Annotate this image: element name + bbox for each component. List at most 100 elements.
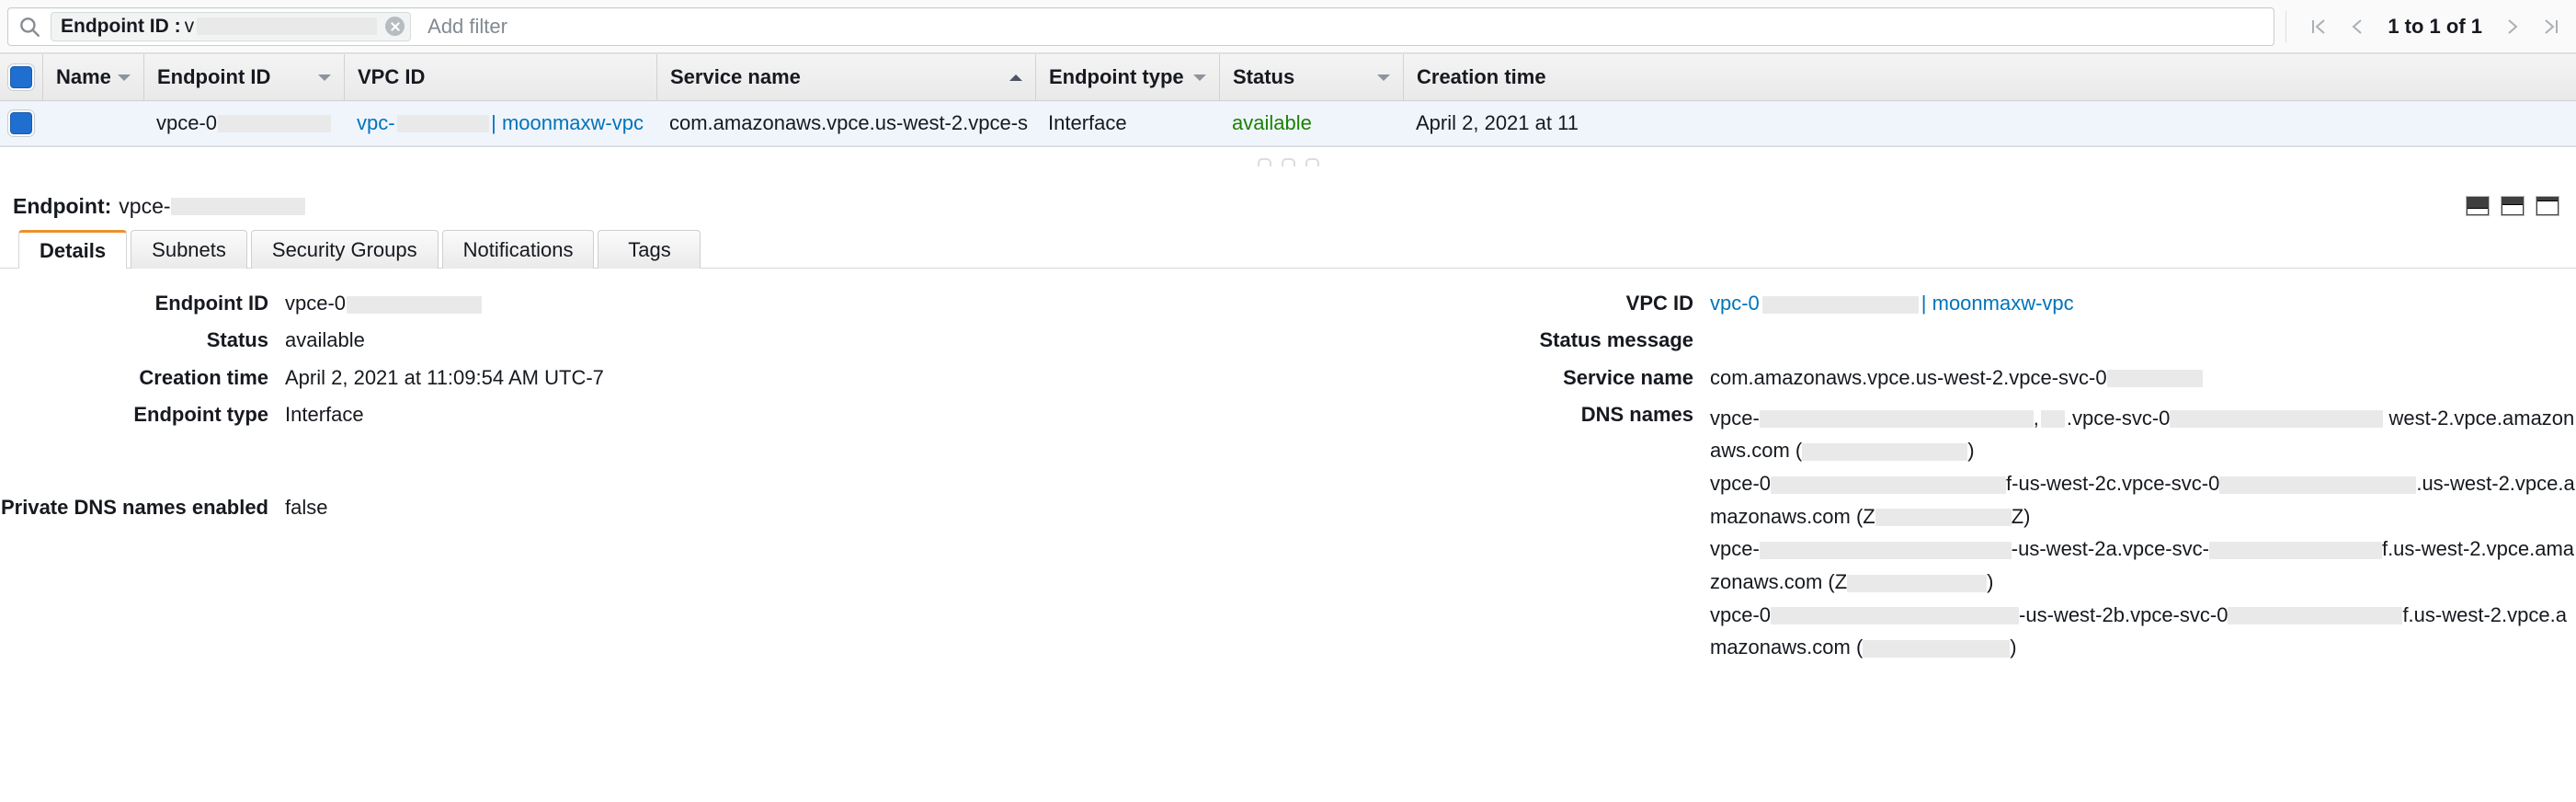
column-label: Endpoint type: [1049, 65, 1186, 89]
tab-tags[interactable]: Tags: [598, 230, 701, 269]
last-page-icon[interactable]: [2534, 11, 2569, 42]
chevron-down-icon[interactable]: [118, 74, 131, 81]
column-header-vpc-id[interactable]: VPC ID: [344, 54, 656, 100]
detail-panel-body: Endpoint ID vpce-0 Status available Crea…: [0, 269, 2576, 676]
redacted-text: [1760, 542, 2012, 559]
panel-layout-medium-icon[interactable]: [2501, 196, 2525, 216]
field-status: Status available: [0, 327, 1305, 352]
column-label: Name: [56, 65, 110, 89]
redacted-text: [347, 296, 482, 314]
redacted-text: [1863, 640, 2010, 658]
field-endpoint-id: Endpoint ID vpce-0: [0, 291, 1305, 315]
field-service-name: Service name com.amazonaws.vpce.us-west-…: [1305, 365, 2576, 390]
table-header-row: Name Endpoint ID VPC ID Service name End…: [0, 53, 2576, 101]
field-label: Endpoint ID: [0, 291, 285, 315]
endpoints-table: Name Endpoint ID VPC ID Service name End…: [0, 53, 2576, 146]
redacted-text: [197, 17, 377, 35]
first-page-icon[interactable]: [2301, 11, 2336, 42]
redacted-text: [2170, 410, 2383, 428]
redacted-text: [218, 115, 331, 132]
vpc-id-link[interactable]: vpc-0: [1710, 292, 1760, 315]
pagination: 1 to 1 of 1: [2285, 11, 2569, 42]
chevron-down-icon[interactable]: [318, 74, 331, 81]
redacted-text: [171, 198, 305, 215]
select-all-checkbox-cell[interactable]: [0, 54, 42, 100]
cell-status: available: [1219, 101, 1403, 145]
column-header-creation-time[interactable]: Creation time: [1403, 54, 2576, 100]
add-filter-placeholder[interactable]: Add filter: [427, 15, 2264, 39]
field-label: Status: [0, 327, 285, 352]
next-page-icon[interactable]: [2495, 11, 2530, 42]
column-header-service-name[interactable]: Service name: [656, 54, 1035, 100]
field-status-message: Status message: [1305, 327, 2576, 352]
chevron-down-icon[interactable]: [1377, 74, 1390, 81]
search-icon: [17, 15, 41, 39]
vpc-name-link[interactable]: | moonmaxw-vpc: [1921, 292, 2074, 315]
chevron-down-icon[interactable]: [1193, 74, 1206, 81]
panel-layout-small-icon[interactable]: [2466, 196, 2490, 216]
field-value: vpce-0: [285, 291, 1305, 315]
cell-service-name-text: com.amazonaws.vpce.us-west-2.vpce-s: [669, 111, 1028, 135]
detail-tabs: Details Subnets Security Groups Notifica…: [0, 226, 2576, 269]
chevron-up-icon[interactable]: [1009, 74, 1022, 81]
redacted-text: [2219, 476, 2416, 494]
field-vpc-id: VPC ID vpc-0 | moonmaxw-vpc: [1305, 291, 2576, 315]
vpc-id-link[interactable]: vpc-: [357, 111, 395, 135]
field-value-text: com.amazonaws.vpce.us-west-2.vpce-svc-0: [1710, 366, 2107, 389]
column-label: Creation time: [1417, 65, 2563, 89]
field-label: Service name: [1305, 365, 1710, 390]
dns-names-list: vpce-,.vpce-svc-0 west-2.vpce.amazonaws.…: [1710, 402, 2576, 664]
detail-panel-header: Endpoint: vpce-: [0, 186, 2576, 226]
cell-vpc-id[interactable]: vpc- | moonmaxw-vpc: [344, 101, 656, 145]
tab-details[interactable]: Details: [18, 230, 127, 269]
filter-token-value-prefix: v: [185, 16, 195, 37]
filter-token-endpoint-id[interactable]: Endpoint ID : v: [51, 12, 411, 41]
row-checkbox[interactable]: [10, 112, 32, 134]
column-header-endpoint-id[interactable]: Endpoint ID: [143, 54, 344, 100]
column-label: Endpoint ID: [157, 65, 311, 89]
tab-subnets[interactable]: Subnets: [131, 230, 247, 269]
redacted-text: [1771, 476, 2006, 494]
page-title: Endpoint: vpce-: [13, 194, 305, 219]
column-header-status[interactable]: Status: [1219, 54, 1403, 100]
redacted-text: [1771, 607, 2019, 624]
field-label: DNS names: [1305, 402, 1710, 427]
panel-layout-controls: [2466, 196, 2559, 216]
column-header-name[interactable]: Name: [42, 54, 143, 100]
column-header-endpoint-type[interactable]: Endpoint type: [1035, 54, 1219, 100]
tab-label: Notifications: [463, 238, 574, 262]
column-label: Service name: [670, 65, 1002, 89]
filter-token-label: Endpoint ID :: [61, 16, 181, 38]
detail-title-value: vpce-: [119, 194, 170, 219]
panel-layout-large-icon[interactable]: [2536, 196, 2559, 216]
close-icon[interactable]: [385, 17, 405, 36]
field-value-text: vpce-0: [285, 292, 346, 315]
field-label: VPC ID: [1305, 291, 1710, 315]
redacted-text: [397, 115, 490, 132]
redacted-text: [2041, 410, 2065, 428]
detail-title-label: Endpoint:: [13, 194, 111, 219]
cell-endpoint-type: Interface: [1035, 101, 1219, 145]
dns-name-entry: vpce-0-us-west-2b.vpce-svc-0f.us-west-2.…: [1710, 599, 2576, 664]
cell-service-name: com.amazonaws.vpce.us-west-2.vpce-s: [656, 101, 1035, 145]
table-row[interactable]: vpce-0 vpc-| moonmaxw-vpc com.amazonaws.…: [0, 101, 2576, 146]
select-all-checkbox[interactable]: [10, 66, 32, 88]
vpc-name-link[interactable]: moonmaxw-vpc: [502, 111, 644, 135]
pagination-count: 1 to 1 of 1: [2378, 15, 2491, 39]
detail-column-left: Endpoint ID vpce-0 Status available Crea…: [0, 291, 1305, 676]
tab-notifications[interactable]: Notifications: [442, 230, 595, 269]
drag-handle-icon[interactable]: [0, 158, 2576, 166]
previous-page-icon[interactable]: [2340, 11, 2375, 42]
filter-bar: Endpoint ID : v Add filter 1 to 1 of 1: [0, 0, 2576, 53]
row-checkbox-cell[interactable]: [0, 101, 42, 145]
field-endpoint-type: Endpoint type Interface: [0, 402, 1305, 427]
panel-resize-splitter[interactable]: [0, 146, 2576, 186]
search-filter-box[interactable]: Endpoint ID : v Add filter: [7, 7, 2274, 46]
vpc-name-separator: |: [491, 111, 502, 135]
redacted-text: [1762, 296, 1919, 314]
column-label: VPC ID: [358, 65, 644, 89]
tab-label: Tags: [628, 238, 670, 262]
redacted-text: [1875, 509, 2012, 526]
tab-security-groups[interactable]: Security Groups: [251, 230, 439, 269]
dns-name-entry: vpce-0f-us-west-2c.vpce-svc-0.us-west-2.…: [1710, 467, 2576, 533]
